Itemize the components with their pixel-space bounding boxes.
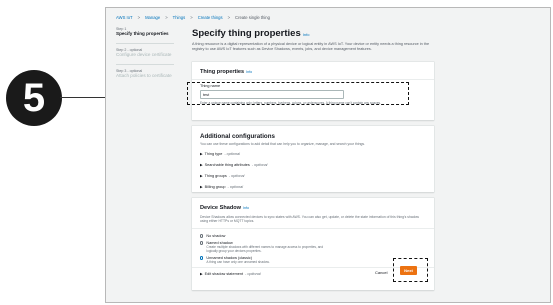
wizard-step-2[interactable]: Step 2 - optional Configure device certi… — [116, 48, 174, 57]
breadcrumb-manage[interactable]: Manage — [145, 15, 160, 20]
radio-no-shadow[interactable]: No shadow — [200, 234, 426, 238]
breadcrumb-current: Create single thing — [235, 15, 270, 20]
caret-right-icon: ▶ — [200, 152, 203, 156]
chevron-right-icon: > — [137, 15, 141, 20]
divider — [116, 64, 174, 65]
page-title: Specify thing properties Info — [192, 28, 309, 39]
radio-button[interactable] — [200, 241, 204, 245]
wizard-step-3[interactable]: Step 3 - optional Attach policies to cer… — [116, 69, 174, 78]
optional-tag: - optional — [251, 163, 268, 167]
thing-groups-expander[interactable]: ▶ Thing groups - optional — [200, 174, 426, 178]
chevron-right-icon: > — [165, 15, 168, 20]
section-description: Device Shadows allow connected devices t… — [200, 215, 419, 223]
additional-configurations-panel: Additional configurations You can use th… — [192, 126, 434, 192]
wizard-step-1[interactable]: Step 1 Specify thing properties — [116, 27, 174, 36]
wizard-steps: Step 1 Specify thing properties Step 2 -… — [116, 27, 174, 85]
thing-type-expander[interactable]: ▶ Thing type - optional — [200, 152, 426, 156]
panel-header: Device Shadow Info — [192, 198, 434, 213]
section-description: You can use these configurations to add … — [200, 142, 365, 146]
radio-named-shadow[interactable]: Named shadow Create multiple shadows with… — [200, 241, 426, 253]
step-name: Attach policies to certificate — [116, 73, 172, 78]
breadcrumb-create-things[interactable]: Create things — [198, 15, 223, 20]
highlight-thing-name — [187, 82, 409, 105]
breadcrumb-things[interactable]: Things — [173, 15, 186, 20]
optional-tag: - optional — [245, 272, 261, 276]
step-number-callout: 5 — [6, 70, 62, 126]
highlight-next-button — [393, 258, 428, 282]
panel-title: Device Shadow — [200, 205, 242, 211]
panel-title: Thing properties — [200, 69, 245, 75]
expander-label: Searchable thing attributes — [204, 163, 250, 167]
chevron-right-icon: > — [227, 15, 231, 20]
step-name: Specify thing properties — [116, 31, 169, 36]
cancel-button[interactable]: Cancel — [375, 270, 387, 275]
optional-tag: - optional — [224, 152, 240, 156]
radio-description: Create multiple shadows with different n… — [206, 245, 324, 253]
optional-tag: - optional — [228, 174, 245, 178]
expander-label: Billing group — [204, 185, 226, 189]
expander-label: Thing type — [204, 152, 223, 156]
info-link[interactable]: Info — [303, 32, 310, 37]
step-name: Configure device certificate — [116, 52, 172, 57]
optional-tag: - optional — [227, 185, 244, 189]
searchable-attributes-expander[interactable]: ▶ Searchable thing attributes - optional — [200, 163, 426, 167]
page-description: A thing resource is a digital representa… — [192, 42, 430, 52]
radio-label: No shadow — [206, 234, 226, 238]
breadcrumb: AWS IoT > Manage > Things > Create things > … — [116, 15, 270, 20]
billing-group-expander[interactable]: ▶ Billing group - optional — [200, 185, 426, 189]
info-link[interactable]: Info — [246, 70, 252, 74]
caret-right-icon: ▶ — [200, 174, 203, 178]
callout-number: 5 — [22, 75, 46, 120]
divider — [116, 43, 174, 44]
chevron-right-icon: > — [190, 15, 193, 20]
page-title-text: Specify thing properties — [192, 28, 301, 39]
info-link[interactable]: Info — [243, 206, 249, 210]
breadcrumb-aws-iot[interactable]: AWS IoT — [116, 15, 133, 20]
console-screenshot: AWS IoT > Manage > Things > Create things > … — [105, 7, 551, 303]
radio-description: A thing can have only one unnamed shadow… — [206, 260, 270, 264]
caret-right-icon: ▶ — [200, 163, 203, 167]
expander-label: Thing groups — [204, 174, 227, 178]
panel-header: Thing properties Info — [192, 62, 434, 79]
section-title: Additional configurations — [200, 133, 275, 140]
radio-button-selected[interactable] — [200, 256, 204, 260]
expander-label: Edit shadow statement — [204, 272, 244, 276]
caret-right-icon: ▶ — [200, 185, 203, 189]
caret-right-icon: ▶ — [200, 272, 203, 276]
radio-button[interactable] — [200, 234, 204, 238]
